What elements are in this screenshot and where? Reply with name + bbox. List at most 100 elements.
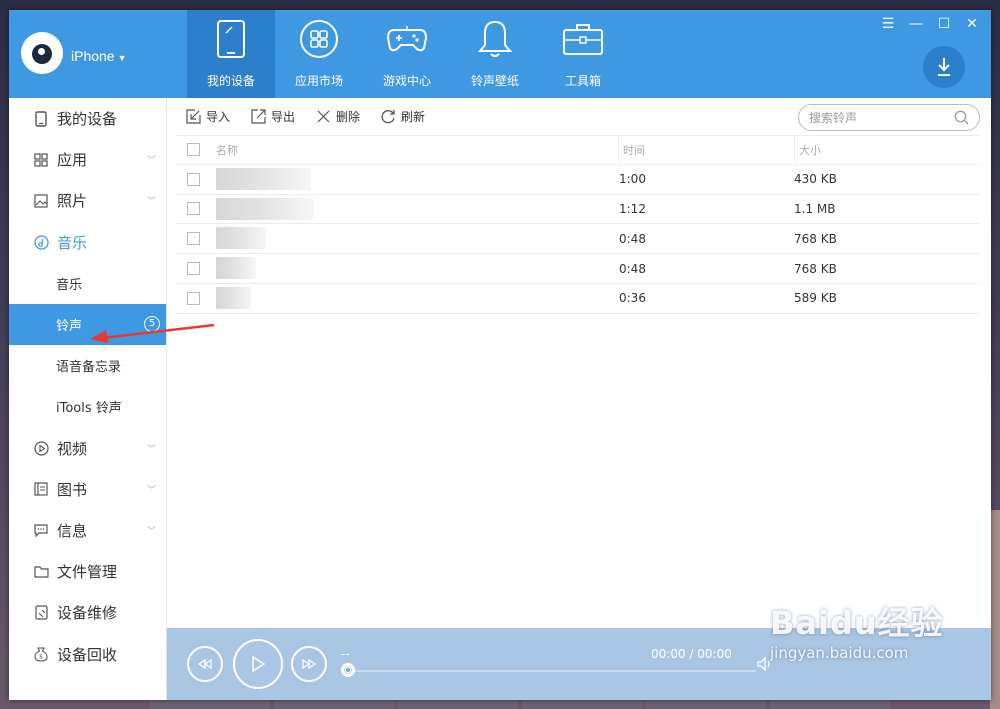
rewind-icon [198,659,212,669]
row-name-cell [216,165,618,194]
table-header: 名称 时间 大小 [177,135,980,165]
table-row[interactable]: 1:12 1.1 MB [177,195,980,225]
row-checkbox[interactable] [187,262,200,276]
sidebar-subitem-music[interactable]: 音乐 [9,263,166,304]
nav-ringtone-wallpaper[interactable]: 铃声壁纸 [451,10,539,98]
delete-icon [315,109,331,125]
previous-button[interactable] [187,646,223,682]
delete-button[interactable]: 删除 [315,108,360,125]
next-button[interactable] [291,646,327,682]
sidebar-item-photos[interactable]: 照片 ﹀ [9,180,166,221]
select-all-checkbox[interactable] [187,143,200,157]
image-icon [33,193,49,209]
search-input[interactable] [809,110,949,125]
progress-knob[interactable] [341,663,355,677]
folder-icon [33,564,49,580]
grid-icon [33,152,49,168]
column-header-name[interactable]: 名称 [216,136,618,164]
nav-toolbox[interactable]: 工具箱 [539,10,627,98]
row-name-cell [216,195,618,224]
table-row[interactable]: 0:36 589 KB [177,284,980,314]
play-icon [252,656,265,672]
sidebar-item-label: 我的设备 [57,110,118,129]
nav-label: 铃声壁纸 [470,74,519,88]
row-checkbox[interactable] [187,202,200,216]
search-icon[interactable] [954,110,969,129]
refresh-icon [380,109,396,125]
delete-label: 删除 [336,110,361,124]
baidu-watermark: Baidu经验 jingyan.baidu.com [770,598,944,662]
sidebar-item-label: 语音备忘录 [56,360,122,376]
table-row[interactable]: 0:48 768 KB [177,224,980,255]
recycle-icon: $ [33,646,49,662]
blurred-name [216,197,314,220]
close-icon[interactable]: ✕ [965,16,979,32]
fast-forward-icon [302,659,316,669]
sidebar-item-label: 铃声 [56,319,83,335]
phone-icon [33,110,49,127]
device-selector[interactable]: iPhone ▼ [71,48,127,64]
row-time-cell: 0:36 [619,291,646,306]
sidebar-item-device-repair[interactable]: 设备维修 [9,592,166,633]
sidebar-item-messages[interactable]: 信息 ﹀ [9,510,166,551]
maximize-icon[interactable]: ☐ [937,16,951,32]
chevron-down-icon: ﹀ [146,444,156,455]
nav-app-market[interactable]: 应用市场 [275,10,363,98]
row-time-cell: 0:48 [619,231,646,246]
sidebar-item-music[interactable]: 音乐 [9,222,166,263]
app-header: iPhone ▼ 我的设备 应用市场 游戏中心 铃声壁纸 工具箱 ☰ — ☐ ✕ [9,10,991,98]
play-icon [33,440,49,456]
row-checkbox[interactable] [187,172,200,186]
export-button[interactable]: 导出 [250,108,295,125]
device-name-label: iPhone [71,48,115,64]
caret-down-icon: ▼ [117,53,127,63]
desktop-background-edge [990,510,1000,709]
watermark-brand: Baidu经验 [770,604,944,642]
sidebar-item-device-recycle[interactable]: $ 设备回收 [9,633,166,674]
minimize-icon[interactable]: — [909,16,923,32]
row-checkbox[interactable] [187,232,200,246]
table-row[interactable]: 0:48 768 KB [177,254,980,284]
sidebar-subitem-voice-memos[interactable]: 语音备忘录 [9,345,166,386]
sidebar-item-my-device[interactable]: 我的设备 [9,98,166,139]
sidebar-item-books[interactable]: 图书 ﹀ [9,469,166,510]
chevron-down-icon: ﹀ [146,197,156,208]
track-title: -- [341,647,350,661]
row-name-cell [216,284,618,313]
menu-icon[interactable]: ☰ [881,16,895,32]
sidebar-item-label: 图书 [57,480,88,499]
book-icon [33,481,49,497]
sidebar-item-apps[interactable]: 应用 ﹀ [9,139,166,180]
column-header-time[interactable]: 时间 [618,136,794,164]
sidebar-item-label: 照片 [57,192,88,211]
column-header-size[interactable]: 大小 [794,136,974,164]
export-icon [250,109,266,125]
play-button[interactable] [233,639,283,689]
blurred-name [216,286,251,309]
row-time-cell: 1:12 [619,201,646,216]
sidebar-item-label: 音乐 [57,233,88,252]
refresh-label: 刷新 [401,110,426,124]
row-checkbox[interactable] [187,291,200,305]
table-row[interactable]: 1:00 430 KB [177,165,980,195]
nav-game-center[interactable]: 游戏中心 [363,10,451,98]
toolbar: 导入 导出 删除 刷新 [167,98,991,135]
nav-my-device[interactable]: 我的设备 [187,10,275,98]
window-controls: ☰ — ☐ ✕ [881,16,979,32]
sidebar-subitem-itools-ringtones[interactable]: iTools 铃声 [9,386,166,427]
sidebar: 我的设备 应用 ﹀ 照片 ﹀ 音乐 音乐 铃声 5 语音备忘录 iTools 铃… [9,98,167,700]
progress-track[interactable] [348,670,756,672]
blurred-name [216,227,266,250]
refresh-button[interactable]: 刷新 [380,108,425,125]
row-time-cell: 1:00 [619,172,646,187]
ringtone-table: 名称 时间 大小 1:00 430 KB 1:12 1.1 MB 0:48 76 [177,135,980,314]
download-button[interactable] [923,46,965,88]
sidebar-item-label: 信息 [57,521,88,540]
row-size-cell: 1.1 MB [794,201,836,216]
blurred-name [216,167,311,190]
import-button[interactable]: 导入 [185,108,230,125]
sidebar-item-label: 视频 [57,439,88,458]
sidebar-item-video[interactable]: 视频 ﹀ [9,428,166,469]
row-time-cell: 0:48 [619,261,646,276]
sidebar-item-file-management[interactable]: 文件管理 [9,551,166,592]
